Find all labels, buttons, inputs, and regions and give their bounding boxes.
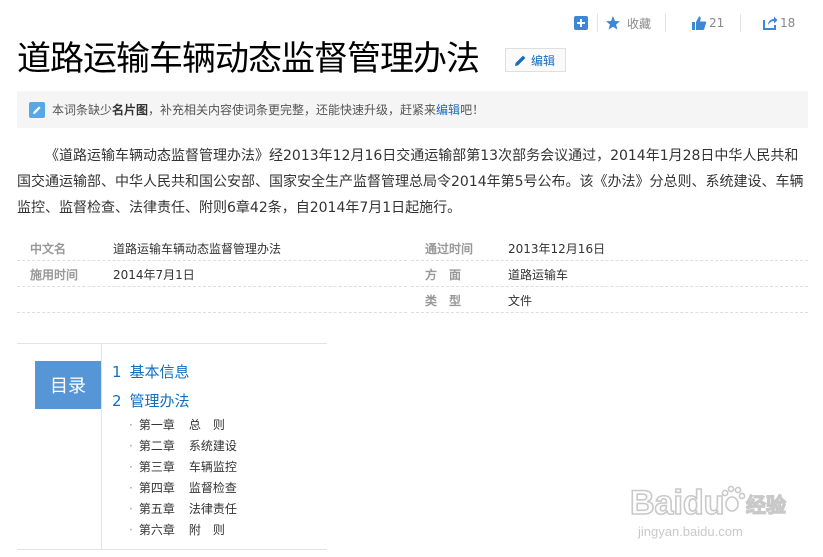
notice-middle: ，补充相关内容使词条更完整，还能快速升级，赶紧来 — [148, 103, 437, 117]
catalog-divider — [101, 343, 102, 550]
catalog-chapter-item[interactable]: · 第三章 车辆监控 — [129, 458, 237, 475]
basic-info-row: 方 面 道路运输车 — [411, 260, 808, 287]
pencil-icon — [515, 55, 526, 66]
chapter-number: 第五章 — [138, 502, 175, 516]
star-icon — [605, 15, 621, 31]
thumbs-up-icon — [691, 15, 707, 31]
basic-info-row: 通过时间 2013年12月16日 — [411, 234, 808, 261]
notice-prefix: 本词条缺少 — [52, 103, 113, 117]
intro-summary: 《道路运输车辆动态监督管理办法》经2013年12月16日交通运输部第13次部务会… — [17, 143, 808, 221]
catalog-section-regulations[interactable]: 2 管理办法 — [112, 390, 190, 411]
basic-info-name: 方 面 — [425, 268, 462, 282]
collect-button[interactable]: 收藏 — [605, 14, 651, 32]
basic-info-name: 中文名 — [30, 242, 67, 256]
basic-info-row: 施用时间 2014年7月1日 — [17, 260, 407, 287]
basic-info-value: 2013年12月16日 — [508, 242, 606, 256]
basic-info-name: 通过时间 — [425, 242, 474, 256]
notice-edit-link[interactable]: 编辑 — [436, 101, 460, 118]
add-to-list-button[interactable] — [573, 14, 595, 32]
paw-icon — [721, 485, 746, 512]
watermark-brand-cn: 经验 — [746, 493, 786, 517]
basic-info-value: 文件 — [508, 294, 533, 308]
catalog-section-title: 基本信息 — [129, 363, 190, 381]
catalog-section-number: 1 — [112, 363, 122, 381]
notice-missing-item: 名片图 — [112, 103, 149, 117]
baidu-jingyan-watermark: Baidu 经验 jingyan.baidu.com — [628, 474, 788, 544]
basic-info-name: 施用时间 — [30, 268, 79, 282]
chapter-name: 监督检查 — [188, 481, 237, 495]
catalog-chapter-item[interactable]: · 第五章 法律责任 — [129, 500, 237, 517]
catalog-chapter-item[interactable]: · 第六章附 则 — [129, 521, 225, 538]
catalog-section-title: 管理办法 — [129, 392, 190, 410]
collect-label: 收藏 — [627, 16, 652, 31]
chapter-name: 总 则 — [188, 418, 225, 432]
basic-info-name: 类 型 — [425, 294, 462, 308]
chapter-number: 第二章 — [138, 439, 175, 453]
catalog-section-basic-info[interactable]: 1 基本信息 — [112, 361, 190, 382]
edit-button-label: 编辑 — [531, 53, 556, 68]
toolbar-divider — [597, 14, 598, 32]
catalog-label: 目录 — [35, 361, 101, 409]
catalog-top-border — [17, 343, 327, 344]
basic-info-value: 道路运输车辆动态监督管理办法 — [113, 242, 282, 256]
chapter-number: 第一章 — [138, 418, 175, 432]
catalog-chapter-item[interactable]: · 第一章总 则 — [129, 416, 225, 433]
chapter-name: 系统建设 — [188, 439, 237, 453]
missing-image-notice: 本词条缺少 名片图 ，补充相关内容使词条更完整，还能快速升级，赶紧来 编辑 吧！ — [17, 91, 808, 128]
catalog-chapter-item[interactable]: · 第四章 监督检查 — [129, 479, 237, 496]
chapter-name: 车辆监控 — [188, 460, 237, 474]
catalog-bottom-border — [17, 549, 327, 550]
chapter-name: 法律责任 — [188, 502, 237, 516]
chapter-number: 第六章 — [138, 523, 175, 537]
watermark-brand: Baidu — [630, 484, 724, 522]
page-title: 道路运输车辆动态监督管理办法 — [17, 39, 480, 79]
basic-info-row-empty — [17, 286, 407, 313]
plus-square-icon — [573, 15, 589, 31]
basic-info-value: 2014年7月1日 — [113, 268, 195, 282]
toolbar-divider — [665, 14, 666, 32]
chapter-number: 第四章 — [138, 481, 175, 495]
basic-info-row: 类 型 文件 — [411, 286, 808, 313]
like-count: 21 — [709, 16, 725, 30]
edit-button[interactable]: 编辑 — [505, 48, 567, 72]
catalog-chapter-item[interactable]: · 第二章 系统建设 — [129, 437, 237, 454]
chapter-number: 第三章 — [138, 460, 175, 474]
share-count: 18 — [780, 16, 796, 30]
catalog-section-number: 2 — [112, 392, 122, 410]
like-button[interactable]: 21 — [691, 14, 724, 32]
share-button[interactable]: 18 — [762, 14, 795, 32]
toolbar-divider — [740, 14, 741, 32]
chapter-name: 附 则 — [188, 523, 225, 537]
basic-info-value: 道路运输车 — [508, 268, 569, 282]
notice-suffix: 吧！ — [460, 103, 485, 117]
share-icon — [762, 15, 778, 31]
intro-paragraph: 《道路运输车辆动态监督管理办法》经2013年12月16日交通运输部第13次部务会… — [17, 148, 804, 216]
basic-info-row: 中文名 道路运输车辆动态监督管理办法 — [17, 234, 407, 261]
edit-pencil-icon — [29, 101, 45, 118]
watermark-url: jingyan.baidu.com — [637, 524, 743, 539]
